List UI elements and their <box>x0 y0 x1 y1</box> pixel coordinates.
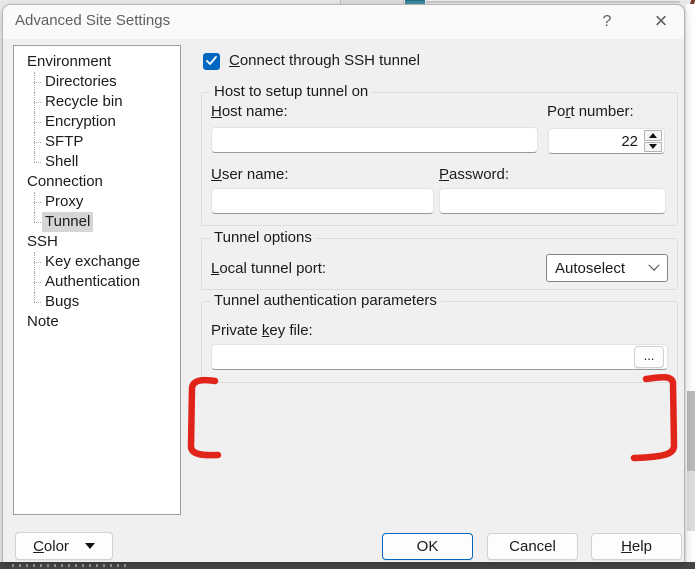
spin-down-icon <box>649 144 657 149</box>
background-bottom-dots <box>12 564 130 567</box>
color-button-label: Color <box>33 538 69 555</box>
sidebar-item-proxy[interactable]: Proxy <box>14 192 180 212</box>
close-icon[interactable]: × <box>649 10 673 34</box>
sidebar-item-recycle-bin[interactable]: Recycle bin <box>14 92 180 112</box>
spin-up-icon <box>649 133 657 138</box>
password-label: Password: <box>439 166 509 184</box>
help-icon[interactable]: ? <box>595 10 619 34</box>
sidebar-item-note[interactable]: Note <box>14 312 180 332</box>
help-button[interactable]: Help <box>591 533 682 560</box>
sidebar-item-ssh[interactable]: SSH <box>14 232 180 252</box>
ok-button[interactable]: OK <box>382 533 473 560</box>
port-number-label: Port number: <box>547 103 634 121</box>
sidebar-item-bugs[interactable]: Bugs <box>14 292 180 312</box>
host-name-label: Host name: <box>211 103 288 121</box>
options-group-title: Tunnel options <box>210 229 316 246</box>
sidebar-item-encryption[interactable]: Encryption <box>14 112 180 132</box>
background-bottom-strip <box>0 562 695 569</box>
sidebar-item-key-exchange[interactable]: Key exchange <box>14 252 180 272</box>
local-tunnel-port-value: Autoselect <box>555 260 625 277</box>
auth-group-title: Tunnel authentication parameters <box>210 292 441 309</box>
sidebar-item-authentication[interactable]: Authentication <box>14 272 180 292</box>
color-button[interactable]: Color <box>15 532 113 560</box>
spin-up-button[interactable] <box>644 130 662 141</box>
sidebar-item-directories[interactable]: Directories <box>14 72 180 92</box>
spin-down-button[interactable] <box>644 142 662 153</box>
user-name-label: User name: <box>211 166 289 184</box>
checkmark-icon <box>206 56 217 66</box>
sidebar-item-tunnel[interactable]: Tunnel <box>14 212 180 232</box>
sidebar-item-shell[interactable]: Shell <box>14 152 180 172</box>
background-scrollbar-sliver <box>687 391 695 471</box>
sidebar-item-sftp[interactable]: SFTP <box>14 132 180 152</box>
private-key-file-input[interactable] <box>211 344 668 370</box>
background-line <box>426 1 680 3</box>
title-bar[interactable]: Advanced Site Settings ? × <box>3 5 684 39</box>
local-tunnel-port-select[interactable]: Autoselect <box>546 254 668 282</box>
advanced-site-settings-dialog: Advanced Site Settings ? × Environment D… <box>2 4 685 562</box>
background-right-sliver <box>686 4 695 562</box>
connect-ssh-tunnel-label[interactable]: Connect through SSH tunnel <box>229 52 420 70</box>
help-button-label: Help <box>621 538 652 555</box>
sidebar-item-environment[interactable]: Environment <box>14 52 180 72</box>
sidebar-item-connection[interactable]: Connection <box>14 172 180 192</box>
background-light-sliver <box>687 471 695 531</box>
connect-ssh-tunnel-checkbox[interactable] <box>203 53 220 70</box>
user-name-input[interactable] <box>211 188 434 214</box>
host-name-input[interactable] <box>211 127 538 153</box>
chevron-down-icon <box>648 260 659 271</box>
settings-tree: Environment Directories Recycle bin Encr… <box>13 45 181 515</box>
browse-key-file-button[interactable]: ... <box>634 346 664 368</box>
auth-group: Tunnel authentication parameters <box>201 301 678 383</box>
local-tunnel-port-label: Local tunnel port: <box>211 260 326 278</box>
dropdown-arrow-icon <box>85 543 95 549</box>
port-number-stepper <box>548 128 665 154</box>
password-input[interactable] <box>439 188 666 214</box>
private-key-file-label: Private key file: <box>211 322 313 340</box>
host-group-title: Host to setup tunnel on <box>210 83 372 100</box>
page-title: Advanced Site Settings <box>15 12 170 29</box>
cancel-button[interactable]: Cancel <box>487 533 578 560</box>
